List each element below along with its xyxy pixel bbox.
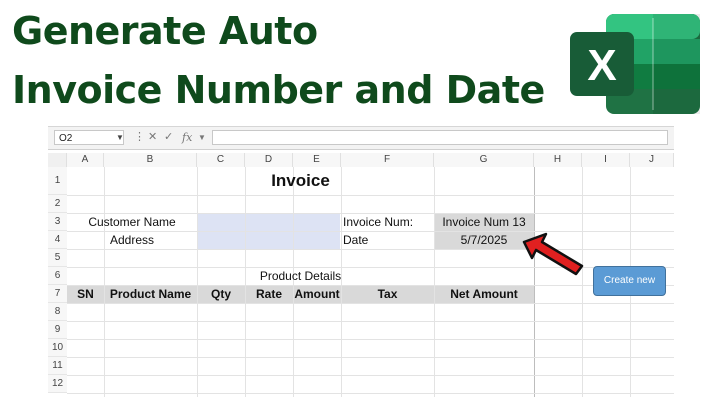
invoice-num-value: Invoice Num 13 bbox=[442, 215, 526, 229]
video-headline: Generate Auto Invoice Number and Date bbox=[12, 6, 545, 116]
column-header[interactable]: E bbox=[293, 153, 341, 167]
address-label: Address bbox=[109, 233, 155, 247]
row-header[interactable]: 3 bbox=[48, 213, 67, 231]
select-all-corner[interactable] bbox=[48, 153, 67, 167]
date-value: 5/7/2025 bbox=[460, 233, 508, 247]
row-header[interactable]: 7 bbox=[48, 285, 67, 303]
svg-text:X: X bbox=[587, 41, 616, 90]
name-box[interactable]: O2 bbox=[54, 130, 124, 145]
column-header[interactable]: J bbox=[630, 153, 674, 167]
product-details-label: Product Details bbox=[259, 269, 342, 283]
column-header[interactable]: G bbox=[434, 153, 534, 167]
row-header[interactable]: 1 bbox=[48, 167, 67, 195]
confirm-icon[interactable]: ✓ bbox=[164, 131, 173, 144]
chevron-down-icon[interactable]: ▼ bbox=[116, 133, 124, 142]
row-header[interactable]: 12 bbox=[48, 375, 67, 393]
column-header[interactable]: A bbox=[67, 153, 104, 167]
cell-grid[interactable]: Invoice Customer Name Address Invoice Nu… bbox=[67, 167, 674, 397]
red-arrow-icon bbox=[522, 232, 584, 276]
row-header[interactable]: 9 bbox=[48, 321, 67, 339]
invoice-title: Invoice bbox=[271, 171, 330, 190]
column-header[interactable]: C bbox=[197, 153, 245, 167]
cancel-icon[interactable]: ✕ bbox=[148, 131, 157, 144]
row-header[interactable]: 5 bbox=[48, 249, 67, 267]
headline-line1: Generate Auto bbox=[12, 9, 318, 53]
excel-icon: X bbox=[570, 14, 700, 114]
table-header-sn: SN bbox=[77, 287, 94, 301]
create-new-button[interactable]: Create new bbox=[593, 266, 666, 296]
date-label: Date bbox=[343, 233, 369, 247]
invoice-num-label: Invoice Num: bbox=[343, 215, 414, 229]
table-header-product: Product Name bbox=[109, 287, 192, 301]
column-header[interactable]: I bbox=[582, 153, 630, 167]
column-header[interactable]: F bbox=[341, 153, 434, 167]
table-header-amount: Amount bbox=[294, 287, 340, 301]
formula-bar: O2 ▼ ⋮ ✕ ✓ fx ▼ bbox=[48, 127, 674, 150]
formula-input[interactable] bbox=[212, 130, 668, 145]
column-header[interactable]: B bbox=[104, 153, 197, 167]
row-header[interactable]: 6 bbox=[48, 267, 67, 285]
more-options-icon: ⋮ bbox=[134, 131, 145, 143]
chevron-down-icon[interactable]: ▼ bbox=[198, 131, 206, 144]
row-header[interactable]: 4 bbox=[48, 231, 67, 249]
table-header-tax: Tax bbox=[377, 287, 398, 301]
headline-line2: Invoice Number and Date bbox=[12, 68, 545, 112]
column-header[interactable]: D bbox=[245, 153, 293, 167]
column-header[interactable]: H bbox=[534, 153, 582, 167]
table-header-qty: Qty bbox=[210, 287, 231, 301]
row-header[interactable]: 10 bbox=[48, 339, 67, 357]
row-header[interactable]: 2 bbox=[48, 195, 67, 213]
row-header[interactable]: 8 bbox=[48, 303, 67, 321]
insert-function-icon[interactable]: fx bbox=[182, 131, 192, 144]
table-header-net-amount: Net Amount bbox=[450, 287, 518, 301]
customer-name-label: Customer Name bbox=[88, 215, 176, 229]
row-header[interactable]: 11 bbox=[48, 357, 67, 375]
table-header-rate: Rate bbox=[255, 287, 282, 301]
